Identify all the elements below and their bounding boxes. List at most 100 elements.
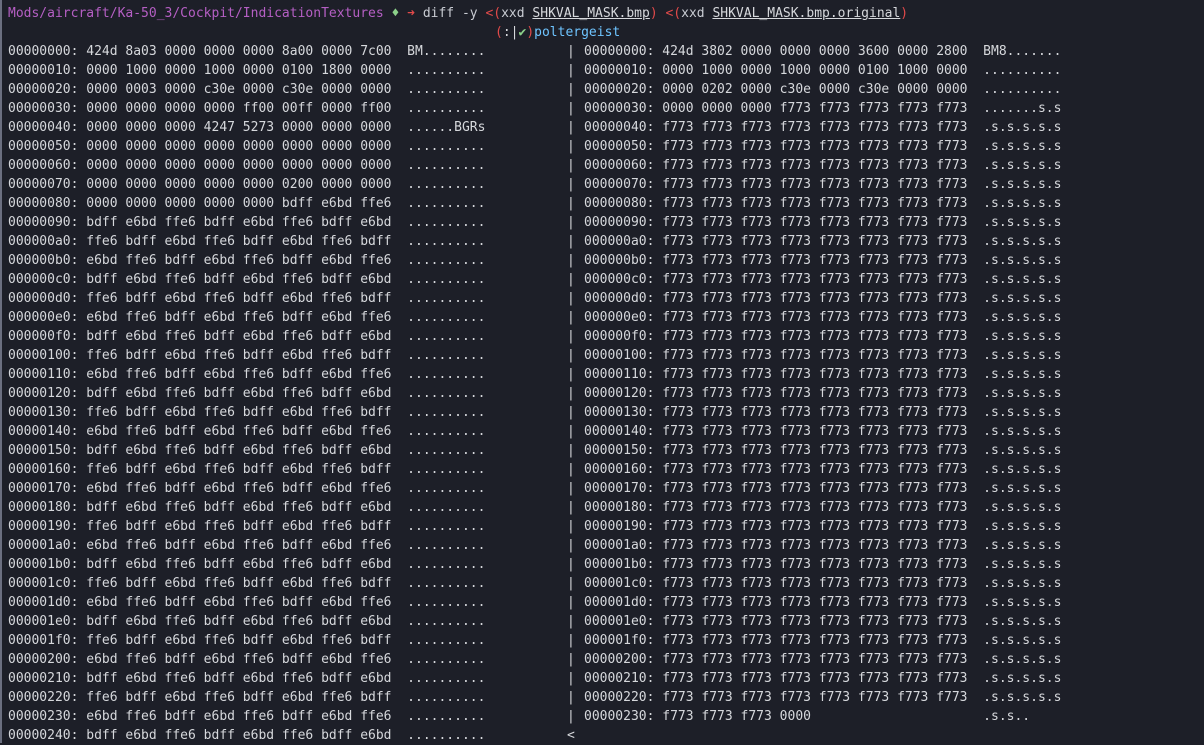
diff-row-left: 000001f0: ffe6 bdff e6bd ffe6 bdff e6bd … [8, 633, 486, 648]
diff-row-left: 00000060: 0000 0000 0000 0000 0000 0000 … [8, 158, 486, 173]
process-sub-open-2: <( [665, 6, 682, 21]
diff-row-right: 00000190: f773 f773 f773 f773 f773 f773 … [584, 519, 1062, 534]
diff-row-separator: | [567, 329, 575, 344]
diff-row-right: 00000210: f773 f773 f773 f773 f773 f773 … [584, 671, 1062, 686]
diff-row-separator: | [567, 63, 575, 78]
diff-row-separator: | [567, 215, 575, 230]
file-argument-2: SHKVAL_MASK.bmp.original [712, 6, 901, 21]
diff-row-separator: | [567, 348, 575, 363]
diff-row-separator: | [567, 139, 575, 154]
diff-row-separator: | [567, 253, 575, 268]
diff-row-left: 000001a0: e6bd ffe6 bdff e6bd ffe6 bdff … [8, 538, 486, 553]
diff-row-separator: | [567, 576, 575, 591]
diff-row-separator: | [567, 386, 575, 401]
diff-row-right: 00000070: f773 f773 f773 f773 f773 f773 … [584, 177, 1062, 192]
diff-row-right: 00000020: 0000 0202 0000 c30e 0000 c30e … [584, 82, 1062, 97]
xxd-command-2: xxd [681, 6, 705, 21]
diff-row-separator: | [567, 234, 575, 249]
diff-row-left: 00000070: 0000 0000 0000 0000 0000 0200 … [8, 177, 486, 192]
diff-row-right: 00000200: f773 f773 f773 f773 f773 f773 … [584, 652, 1062, 667]
diff-row-right: 00000040: f773 f773 f773 f773 f773 f773 … [584, 120, 1062, 135]
diff-row-right: 000001e0: f773 f773 f773 f773 f773 f773 … [584, 614, 1062, 629]
right-prompt: (:|✔)poltergeist [495, 23, 620, 42]
diff-row-left: 00000200: e6bd ffe6 bdff e6bd ffe6 bdff … [8, 652, 486, 667]
diff-row-separator: | [567, 671, 575, 686]
diff-row-left: 00000050: 0000 0000 0000 0000 0000 0000 … [8, 139, 486, 154]
prompt-path: Mods/aircraft/Ka-50_3/Cockpit/Indication… [8, 6, 384, 21]
diff-row-separator: | [567, 633, 575, 648]
diff-row-left: 00000180: bdff e6bd ffe6 bdff e6bd ffe6 … [8, 500, 486, 515]
diff-row-separator: | [567, 272, 575, 287]
diff-row-right: 000001d0: f773 f773 f773 f773 f773 f773 … [584, 595, 1062, 610]
diff-row-separator: | [567, 101, 575, 116]
diff-row-separator: | [567, 443, 575, 458]
diff-row-right: 000000e0: f773 f773 f773 f773 f773 f773 … [584, 310, 1062, 325]
diff-row-separator: | [567, 614, 575, 629]
diff-row-separator: | [567, 690, 575, 705]
terminal-window[interactable]: Mods/aircraft/Ka-50_3/Cockpit/Indication… [0, 0, 1204, 743]
diff-row-separator: | [567, 177, 575, 192]
diff-row-separator: | [567, 557, 575, 572]
diff-row-separator: | [567, 82, 575, 97]
diff-row-separator: | [567, 291, 575, 306]
diff-row-left: 000001b0: bdff e6bd ffe6 bdff e6bd ffe6 … [8, 557, 486, 572]
diff-row-left: 00000190: ffe6 bdff e6bd ffe6 bdff e6bd … [8, 519, 486, 534]
diff-row-separator: < [567, 728, 575, 743]
diff-row-left: 000000a0: ffe6 bdff e6bd ffe6 bdff e6bd … [8, 234, 486, 249]
process-sub-close-1: ) [649, 6, 658, 21]
xxd-command-1: xxd [501, 6, 525, 21]
diff-row-left: 00000220: ffe6 bdff e6bd ffe6 bdff e6bd … [8, 690, 486, 705]
diff-row-left: 00000110: e6bd ffe6 bdff e6bd ffe6 bdff … [8, 367, 486, 382]
process-sub-open-1: <( [485, 6, 502, 21]
diff-row-separator: | [567, 196, 575, 211]
diff-row-left: 000000d0: ffe6 bdff e6bd ffe6 bdff e6bd … [8, 291, 486, 306]
diff-command: diff -y [422, 6, 478, 21]
diff-row-left: 00000090: bdff e6bd ffe6 bdff e6bd ffe6 … [8, 215, 486, 230]
diff-row-right: 00000130: f773 f773 f773 f773 f773 f773 … [584, 405, 1062, 420]
diff-row-right: 000001a0: f773 f773 f773 f773 f773 f773 … [584, 538, 1062, 553]
diff-row-right: 00000030: 0000 0000 0000 f773 f773 f773 … [584, 101, 1062, 116]
diff-row-left: 000000b0: e6bd ffe6 bdff e6bd ffe6 bdff … [8, 253, 486, 268]
diff-row-left: 000001e0: bdff e6bd ffe6 bdff e6bd ffe6 … [8, 614, 486, 629]
diff-row-right: 00000100: f773 f773 f773 f773 f773 f773 … [584, 348, 1062, 363]
diff-row-left: 00000240: bdff e6bd ffe6 bdff e6bd ffe6 … [8, 728, 486, 743]
diff-row-right: 000001f0: f773 f773 f773 f773 f773 f773 … [584, 633, 1062, 648]
diff-row-separator: | [567, 595, 575, 610]
diff-row-right: 000001b0: f773 f773 f773 f773 f773 f773 … [584, 557, 1062, 572]
diff-row-left: 00000130: ffe6 bdff e6bd ffe6 bdff e6bd … [8, 405, 486, 420]
diff-row-separator: | [567, 652, 575, 667]
diff-row-right: 00000050: f773 f773 f773 f773 f773 f773 … [584, 139, 1062, 154]
diff-row-left: 00000000: 424d 8a03 0000 0000 0000 8a00 … [8, 44, 486, 59]
diff-row-left: 00000040: 0000 0000 0000 4247 5273 0000 … [8, 120, 486, 135]
diff-row-separator: | [567, 120, 575, 135]
diff-row-left: 00000230: e6bd ffe6 bdff e6bd ffe6 bdff … [8, 709, 486, 724]
git-diamond-icon: ♦ [391, 6, 400, 21]
diff-row-separator: | [567, 519, 575, 534]
diff-row-left: 00000020: 0000 0003 0000 c30e 0000 c30e … [8, 82, 486, 97]
diff-row-right: 000000b0: f773 f773 f773 f773 f773 f773 … [584, 253, 1062, 268]
diff-row-right: 00000010: 0000 1000 0000 1000 0000 0100 … [584, 63, 1062, 78]
right-prompt-colon: : [502, 25, 511, 40]
diff-row-separator: | [567, 424, 575, 439]
diff-row-right: 000000d0: f773 f773 f773 f773 f773 f773 … [584, 291, 1062, 306]
diff-row-left: 00000140: e6bd ffe6 bdff e6bd ffe6 bdff … [8, 424, 486, 439]
diff-row-left: 00000010: 0000 1000 0000 1000 0000 0100 … [8, 63, 486, 78]
diff-row-left: 000000e0: e6bd ffe6 bdff e6bd ffe6 bdff … [8, 310, 486, 325]
diff-row-left: 00000030: 0000 0000 0000 0000 ff00 00ff … [8, 101, 486, 116]
terminal-left-edge [0, 0, 2, 743]
right-prompt-paren-open: ( [495, 25, 503, 40]
diff-row-left: 000001d0: e6bd ffe6 bdff e6bd ffe6 bdff … [8, 595, 486, 610]
diff-row-right: 00000160: f773 f773 f773 f773 f773 f773 … [584, 462, 1062, 477]
prompt-arrow-icon: ➜ [407, 6, 415, 21]
diff-row-right: 00000110: f773 f773 f773 f773 f773 f773 … [584, 367, 1062, 382]
diff-row-left: 00000080: 0000 0000 0000 0000 0000 bdff … [8, 196, 486, 211]
diff-row-right: 00000140: f773 f773 f773 f773 f773 f773 … [584, 424, 1062, 439]
diff-row-right: 00000120: f773 f773 f773 f773 f773 f773 … [584, 386, 1062, 401]
diff-row-right: 00000220: f773 f773 f773 f773 f773 f773 … [584, 690, 1062, 705]
diff-row-separator: | [567, 538, 575, 553]
diff-row-left: 000000c0: bdff e6bd ffe6 bdff e6bd ffe6 … [8, 272, 486, 287]
diff-row-right: 000001c0: f773 f773 f773 f773 f773 f773 … [584, 576, 1062, 591]
process-sub-close-2: ) [900, 6, 909, 21]
diff-row-left: 000001c0: ffe6 bdff e6bd ffe6 bdff e6bd … [8, 576, 486, 591]
diff-row-separator: | [567, 709, 575, 724]
